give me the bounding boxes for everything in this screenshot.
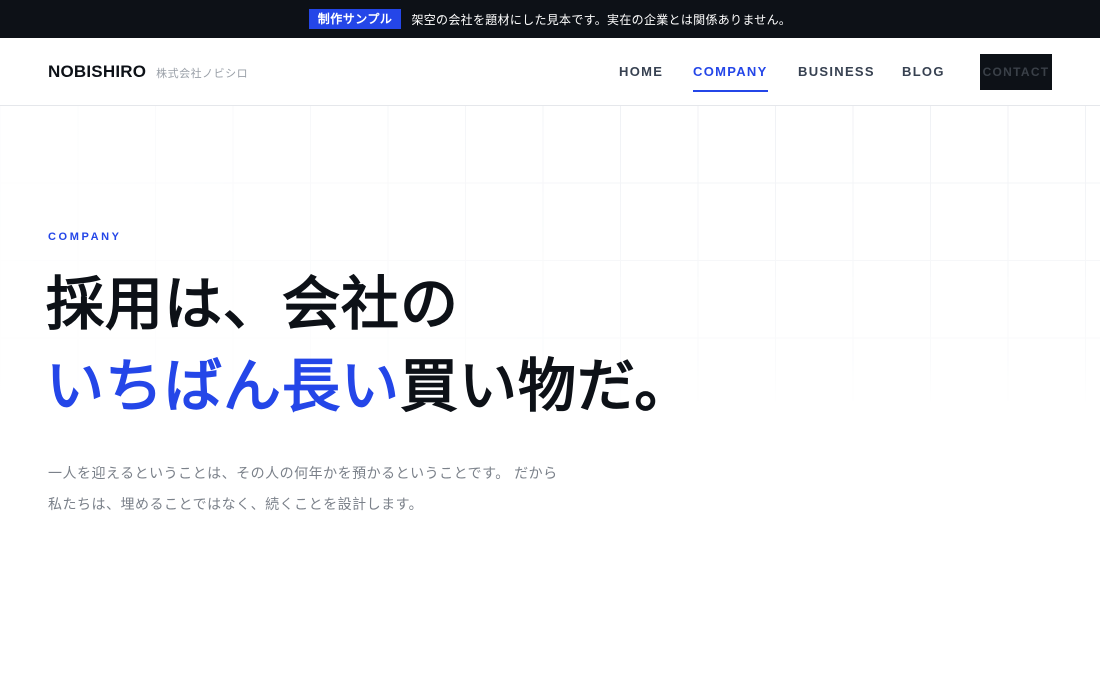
hero-eyebrow: COMPANY — [48, 231, 122, 243]
contact-button[interactable]: CONTACT — [980, 54, 1052, 90]
hero-lead: 一人を迎えるということは、その人の何年かを預かるということです。 だから私たちは… — [48, 465, 558, 512]
site-logo[interactable]: NOBISHIRO 株式会社ノビシロ — [48, 62, 248, 82]
nav-home[interactable]: HOME — [619, 64, 663, 90]
logo-company-name: 株式会社ノビシロ — [156, 68, 249, 80]
nav-blog[interactable]: BLOG — [902, 64, 945, 90]
headline-line-1: 採用は、会社の — [46, 272, 460, 337]
site-header: NOBISHIRO 株式会社ノビシロ HOME COMPANY BUSINESS… — [0, 38, 1100, 106]
sample-badge: 制作サンプル — [308, 9, 402, 29]
logo-wordmark: NOBISHIRO — [48, 62, 147, 81]
headline-accent: いちばん長い — [46, 354, 401, 419]
sample-notice-text: 架空の会社を題材にした見本です。実在の企業とは関係ありません。 — [411, 12, 792, 27]
hero-headline: 採用は、会社の いちばん長い買い物だ。 — [46, 264, 693, 428]
nav-business[interactable]: BUSINESS — [798, 64, 875, 90]
headline-rest: 買い物だ。 — [400, 354, 694, 419]
nav-company[interactable]: COMPANY — [693, 64, 768, 92]
sample-notice-bar: 制作サンプル 架空の会社を題材にした見本です。実在の企業とは関係ありません。 — [0, 0, 1100, 38]
